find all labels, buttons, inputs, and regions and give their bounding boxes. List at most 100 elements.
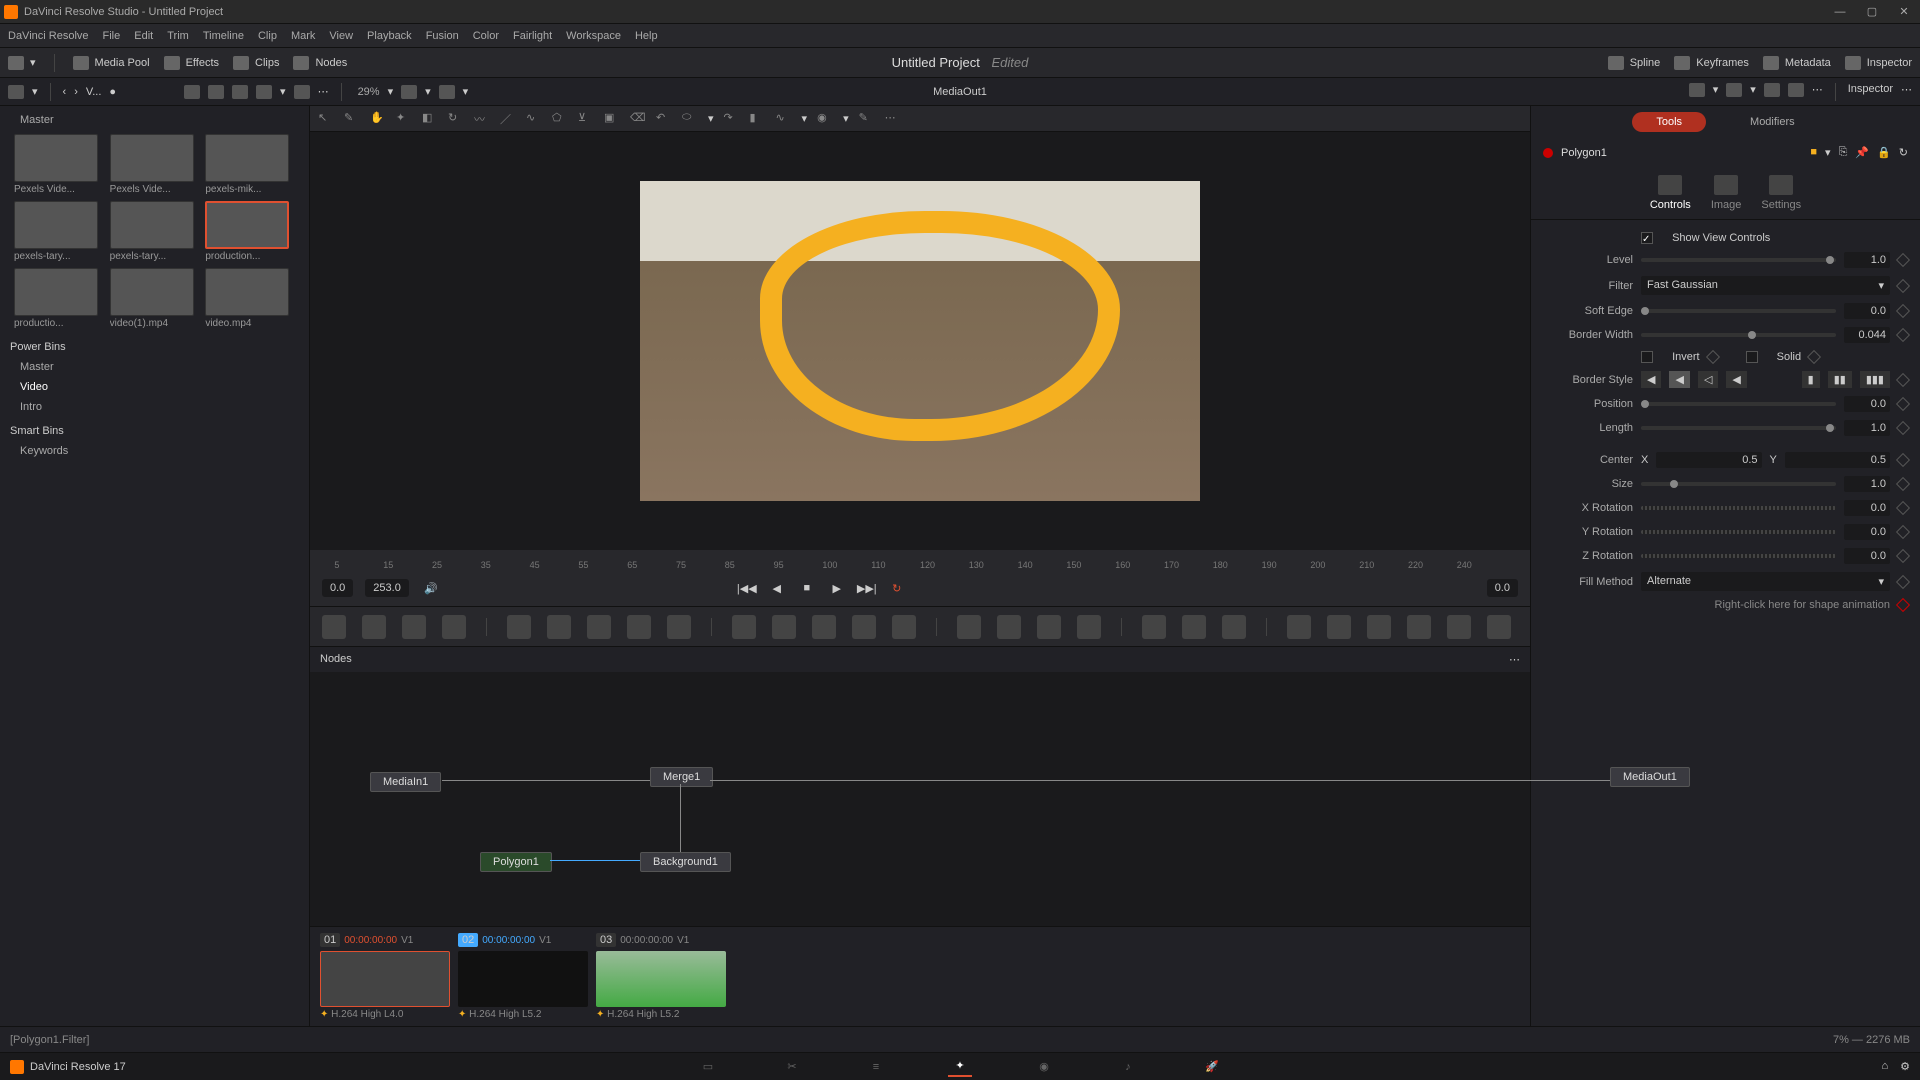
maximize-button[interactable]: ▢	[1860, 3, 1884, 21]
fx-rect-icon[interactable]	[957, 615, 981, 639]
view-thumb-icon[interactable]	[208, 85, 224, 99]
fx-shape3d-icon[interactable]	[1407, 615, 1431, 639]
minimize-button[interactable]: —	[1828, 3, 1852, 21]
thumb-3[interactable]: pexels-tary...	[14, 201, 98, 262]
fx-text3d-icon[interactable]	[1327, 615, 1351, 639]
drop-icon[interactable]: ◉	[817, 111, 833, 127]
lut-icon[interactable]	[1689, 83, 1705, 97]
menu-edit[interactable]: Edit	[134, 30, 153, 42]
nav-edit-icon[interactable]: ≡	[864, 1057, 888, 1077]
node-polygon1[interactable]: Polygon1	[480, 852, 552, 872]
tc-out[interactable]: 0.0	[1487, 579, 1518, 597]
size-keyframe[interactable]	[1896, 477, 1910, 491]
nodes-button[interactable]: Nodes	[293, 56, 347, 70]
bezier-icon[interactable]: ∿	[526, 111, 542, 127]
xrot-slider[interactable]	[1641, 506, 1836, 510]
line-icon[interactable]: ／	[500, 111, 516, 127]
clips-button[interactable]: Clips	[233, 56, 279, 70]
bin-master[interactable]: Master	[0, 357, 309, 377]
xrot-value[interactable]: 0.0	[1844, 500, 1890, 516]
thumb-8[interactable]: video.mp4	[205, 268, 289, 329]
smart-bins-header[interactable]: Smart Bins	[0, 417, 309, 441]
fx-render-icon[interactable]	[1222, 615, 1246, 639]
effects-button[interactable]: Effects	[164, 56, 219, 70]
center-keyframe[interactable]	[1896, 453, 1910, 467]
size-value[interactable]: 1.0	[1844, 476, 1890, 492]
filter-select[interactable]: Fast Gaussian▾	[1641, 276, 1890, 295]
zrot-value[interactable]: 0.0	[1844, 548, 1890, 564]
node-lock-icon[interactable]: 🔒	[1877, 146, 1891, 159]
bin-intro[interactable]: Intro	[0, 397, 309, 417]
fx-background-icon[interactable]	[322, 615, 346, 639]
settings-gear-icon[interactable]: ⚙	[1900, 1060, 1910, 1073]
sort-icon[interactable]	[294, 85, 310, 99]
fx-light-icon[interactable]	[1447, 615, 1471, 639]
fx-merge-icon[interactable]	[732, 615, 756, 639]
fx-resize-icon[interactable]	[852, 615, 876, 639]
nav-back[interactable]: ‹	[63, 86, 67, 98]
fill-keyframe[interactable]	[1896, 574, 1910, 588]
zrot-keyframe[interactable]	[1896, 549, 1910, 563]
nodes-canvas[interactable]: MediaIn1 Merge1 MediaOut1 Polygon1 Backg…	[310, 672, 1530, 902]
view-list-icon[interactable]	[232, 85, 248, 99]
point-icon[interactable]: ▣	[604, 111, 620, 127]
menu-workspace[interactable]: Workspace	[566, 30, 621, 42]
zrot-slider[interactable]	[1641, 554, 1836, 558]
step-back-button[interactable]: ◀	[767, 578, 787, 598]
bin-keywords[interactable]: Keywords	[0, 441, 309, 461]
fx-render3d-icon[interactable]	[1487, 615, 1511, 639]
fx-polygon-icon[interactable]	[1037, 615, 1061, 639]
search-icon[interactable]	[256, 85, 272, 99]
thumb-2[interactable]: pexels-mik...	[205, 134, 289, 195]
viewer-canvas[interactable]	[640, 181, 1200, 501]
layout-icon[interactable]	[8, 85, 24, 99]
clip-3[interactable]: 0300:00:00:00V1 ✦ H.264 High L5.2	[596, 933, 726, 1020]
menu-help[interactable]: Help	[635, 30, 658, 42]
power-bins-header[interactable]: Power Bins	[0, 333, 309, 357]
fx-crop-icon[interactable]	[892, 615, 916, 639]
curve-icon[interactable]: 〰	[474, 111, 490, 127]
thumb-6[interactable]: productio...	[14, 268, 98, 329]
size-slider[interactable]	[1641, 482, 1836, 486]
undo-icon[interactable]: ↶	[656, 111, 672, 127]
fx-color-icon[interactable]	[627, 615, 651, 639]
sub-tab-controls[interactable]: Controls	[1650, 175, 1691, 211]
node-reset-icon[interactable]: ↻	[1899, 146, 1908, 159]
fill-select[interactable]: Alternate▾	[1641, 572, 1890, 591]
loop-button[interactable]: ↻	[887, 578, 907, 598]
invert-keyframe[interactable]	[1706, 350, 1720, 364]
yrot-keyframe[interactable]	[1896, 525, 1910, 539]
yrot-slider[interactable]	[1641, 530, 1836, 534]
position-slider[interactable]	[1641, 402, 1836, 406]
poly-icon[interactable]: ⬠	[552, 111, 568, 127]
nav-fwd[interactable]: ›	[74, 86, 78, 98]
roi-icon[interactable]	[1788, 83, 1804, 97]
menu-trim[interactable]: Trim	[167, 30, 189, 42]
fx-3d-icon[interactable]	[1287, 615, 1311, 639]
close-button[interactable]: ✕	[1892, 3, 1916, 21]
borderstyle-5[interactable]: ▮	[1802, 371, 1820, 388]
node-color-icon[interactable]: ■	[1810, 146, 1817, 159]
borderstyle-1[interactable]: ◀	[1641, 371, 1661, 388]
borderstyle-3[interactable]: ◁	[1698, 371, 1718, 388]
home-icon[interactable]: ⌂	[1881, 1060, 1888, 1073]
marker-icon[interactable]: ▮	[750, 111, 766, 127]
sub-tab-image[interactable]: Image	[1711, 175, 1742, 211]
fx-bright-icon[interactable]	[587, 615, 611, 639]
node-background1[interactable]: Background1	[640, 852, 731, 872]
menu-timeline[interactable]: Timeline	[203, 30, 244, 42]
menu-fusion[interactable]: Fusion	[426, 30, 459, 42]
pencil-tool-icon[interactable]: ✎	[344, 111, 360, 127]
menu-fairlight[interactable]: Fairlight	[513, 30, 552, 42]
borderstyle-2[interactable]: ◀	[1669, 371, 1689, 388]
thumb-5[interactable]: production...	[205, 201, 289, 262]
fx-text-icon[interactable]	[402, 615, 426, 639]
node-mediaout1[interactable]: MediaOut1	[1610, 767, 1690, 787]
fx-camera-icon[interactable]	[1367, 615, 1391, 639]
clip-2[interactable]: 0200:00:00:00V1 ✦ H.264 High L5.2	[458, 933, 588, 1020]
v-label[interactable]: V...	[86, 86, 102, 98]
menu-color[interactable]: Color	[473, 30, 499, 42]
nodes-menu-icon[interactable]: ⋯	[1509, 653, 1520, 666]
last-frame-button[interactable]: ▶▶|	[857, 578, 877, 598]
solid-checkbox[interactable]	[1746, 351, 1758, 363]
